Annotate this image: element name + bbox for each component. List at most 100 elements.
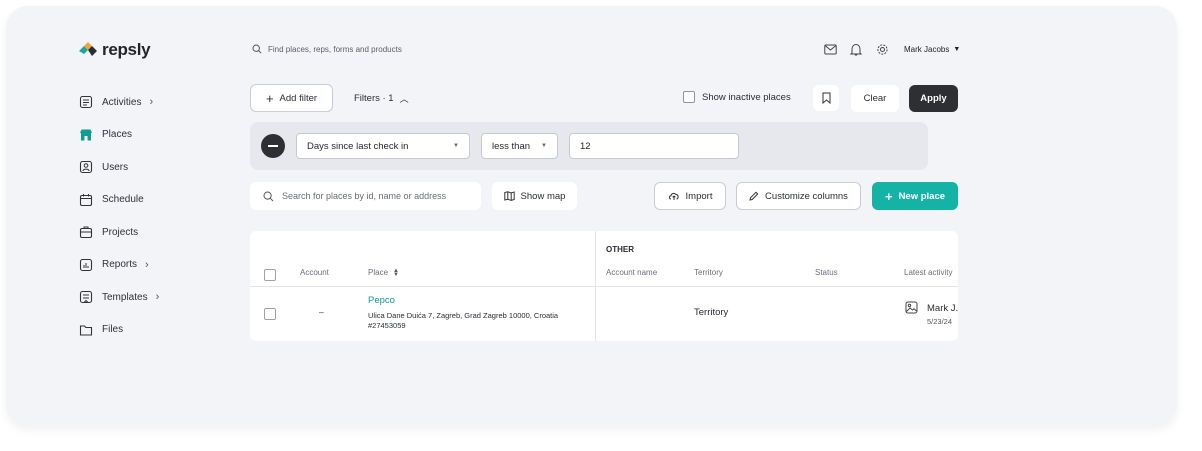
apply-label: Apply (920, 93, 947, 104)
sidebar-item-users[interactable]: Users (78, 151, 238, 184)
chart-icon (78, 257, 94, 273)
sidebar-item-activities[interactable]: Activities › (78, 86, 238, 119)
plus-icon: + (884, 188, 893, 204)
add-filter-button[interactable]: + Add filter (250, 84, 333, 112)
table-row[interactable]: – Pepco Ulica Dane Duića 7, Zagreb, Grad… (250, 287, 958, 341)
new-place-button[interactable]: + New place (872, 182, 958, 210)
new-place-label: New place (898, 190, 946, 202)
row-activity-user: Mark J. (927, 303, 958, 314)
places-search-input[interactable]: Search for places by id, name or address (250, 182, 481, 210)
sidebar-item-schedule[interactable]: Schedule (78, 184, 238, 217)
chevron-right-icon: › (145, 258, 149, 271)
places-table: OTHER Account Place ▲ ▼ Account name Terr… (250, 231, 958, 341)
bell-icon[interactable] (848, 41, 864, 57)
global-search-placeholder: Find places, reps, forms and products (268, 44, 402, 54)
sidebar-item-label: Activities (102, 96, 142, 108)
add-filter-label: Add filter (279, 92, 318, 104)
show-map-button[interactable]: Show map (492, 182, 577, 210)
show-inactive-toggle[interactable]: Show inactive places (683, 91, 791, 103)
save-filter-button[interactable] (813, 85, 839, 111)
sidebar: Activities › Places Users Schedule Proje… (78, 86, 238, 346)
sidebar-item-label: Projects (102, 226, 139, 238)
filter-operator-value: less than (492, 140, 531, 152)
user-menu[interactable]: Mark Jacobs ▼ (904, 45, 960, 54)
column-header-account-name[interactable]: Account name (606, 268, 657, 277)
caret-down-icon: ▼ (953, 45, 961, 53)
bookmark-icon (822, 92, 830, 104)
filters-label: Filters · 1 (354, 93, 394, 104)
chevron-right-icon: › (149, 96, 154, 109)
brand-name: repsly (102, 40, 151, 59)
apply-button[interactable]: Apply (909, 85, 958, 112)
clear-button[interactable]: Clear (851, 85, 899, 112)
row-place-name[interactable]: Pepco (368, 295, 395, 306)
column-header-territory[interactable]: Territory (694, 268, 723, 277)
column-header-account[interactable]: Account (300, 268, 329, 277)
user-name: Mark Jacobs (904, 44, 950, 54)
search-icon (263, 191, 274, 201)
user-icon (78, 159, 94, 175)
places-search-placeholder: Search for places by id, name or address (282, 191, 447, 201)
show-inactive-label: Show inactive places (702, 91, 791, 103)
column-header-latest-activity[interactable]: Latest activity (904, 268, 952, 277)
sidebar-item-projects[interactable]: Projects (78, 216, 238, 249)
filters-toggle[interactable]: Filters · 1 ︿ (354, 92, 409, 105)
sort-icon: ▲ ▼ (393, 267, 399, 278)
column-header-place[interactable]: Place ▲ ▼ (368, 267, 399, 278)
sidebar-item-reports[interactable]: Reports › (78, 249, 238, 282)
caret-down-icon: ▼ (541, 143, 547, 149)
row-checkbox[interactable] (264, 308, 276, 320)
minus-icon (268, 145, 278, 147)
select-all-checkbox[interactable] (264, 269, 276, 281)
show-inactive-checkbox[interactable] (683, 91, 695, 103)
store-icon (78, 127, 94, 143)
sidebar-item-places[interactable]: Places (78, 119, 238, 152)
caret-down-icon: ▼ (453, 143, 459, 149)
sidebar-item-label: Schedule (102, 194, 144, 206)
row-place-address: Ulica Dane Duića 7, Zagreb, Grad Zagreb … (368, 311, 559, 320)
plus-icon: + (265, 90, 274, 106)
import-button[interactable]: Import (654, 182, 726, 210)
remove-filter-button[interactable] (261, 134, 285, 158)
map-icon (503, 191, 515, 201)
filter-field-value: Days since last check in (307, 140, 409, 152)
filter-operator-select[interactable]: less than ▼ (481, 133, 558, 159)
gear-icon[interactable] (874, 41, 890, 57)
app-frame: repsly Activities › Places Users Schedul… (6, 6, 1177, 426)
chevron-right-icon: › (155, 291, 160, 304)
row-account: – (319, 307, 324, 317)
sidebar-item-label: Files (102, 324, 124, 336)
customize-columns-label: Customize columns (765, 190, 848, 202)
column-header-status[interactable]: Status (815, 268, 838, 277)
briefcase-icon (78, 224, 94, 240)
customize-columns-button[interactable]: Customize columns (736, 182, 861, 210)
sidebar-item-label: Templates (102, 291, 148, 303)
group-header-other: OTHER (606, 245, 634, 254)
sidebar-item-files[interactable]: Files (78, 314, 238, 347)
sidebar-item-label: Reports (102, 259, 138, 271)
calendar-icon (78, 192, 94, 208)
row-activity-date: 5/23/24 (927, 317, 953, 326)
folder-icon (78, 322, 94, 338)
image-icon (905, 301, 918, 319)
upload-cloud-icon (668, 192, 679, 200)
filter-value-text: 12 (580, 140, 591, 152)
global-search[interactable]: Find places, reps, forms and products (252, 44, 402, 54)
sidebar-item-templates[interactable]: Templates › (78, 281, 238, 314)
sidebar-item-label: Users (102, 161, 129, 173)
column-header-place-label: Place (368, 268, 389, 277)
show-map-label: Show map (520, 190, 566, 202)
chevron-up-icon: ︿ (399, 94, 409, 104)
import-label: Import (685, 190, 713, 202)
filter-value-input[interactable]: 12 (569, 133, 739, 159)
activities-icon (78, 94, 94, 110)
topbar-actions: Mark Jacobs ▼ (822, 41, 960, 57)
brand-logo[interactable]: repsly (78, 40, 151, 60)
sidebar-item-label: Places (102, 129, 133, 141)
pencil-icon (749, 191, 759, 201)
repsly-logo-icon (79, 42, 97, 56)
mail-icon[interactable] (822, 41, 838, 57)
search-icon (252, 44, 262, 54)
template-icon (78, 289, 94, 305)
filter-field-select[interactable]: Days since last check in ▼ (296, 133, 470, 159)
